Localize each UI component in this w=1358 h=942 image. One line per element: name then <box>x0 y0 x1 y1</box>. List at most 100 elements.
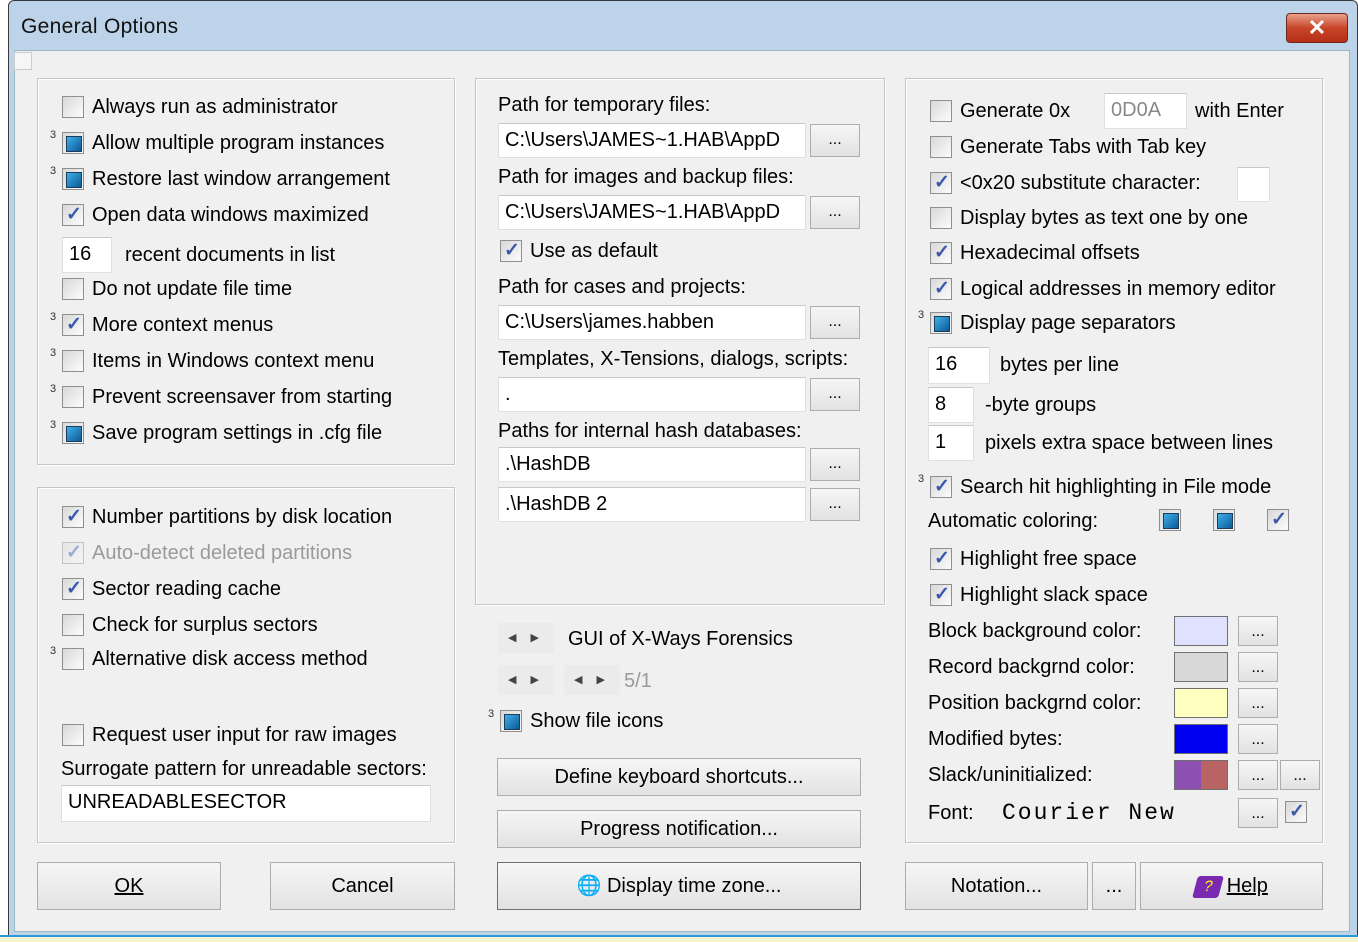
notation-button[interactable]: Notation... <box>905 862 1088 910</box>
counter-spinner-2[interactable]: ◀▶ <box>564 665 620 695</box>
pixels-space-input[interactable]: 1 <box>928 425 974 461</box>
free-space-checkbox[interactable] <box>930 547 952 570</box>
system-menu-box[interactable] <box>14 52 32 70</box>
substitute-char-input[interactable] <box>1237 167 1270 202</box>
templates-path-browse-button[interactable]: ... <box>810 378 860 411</box>
hex-offsets-checkbox[interactable] <box>930 241 952 264</box>
three-state-marker: 3 <box>918 309 925 321</box>
block-color-browse-button[interactable]: ... <box>1238 616 1278 646</box>
left-option-6-checkbox[interactable] <box>62 350 84 372</box>
images-path-input[interactable]: C:\Users\JAMES~1.HAB\AppD <box>498 195 806 230</box>
auto-color-checkbox-2[interactable] <box>1213 509 1235 531</box>
images-path-browse-button[interactable]: ... <box>810 196 860 229</box>
progress-notification-button[interactable]: Progress notification... <box>497 810 861 848</box>
record-color-label: Record backgrnd color: <box>928 656 1135 678</box>
modified-swatch[interactable] <box>1174 724 1228 754</box>
slack-browse-button[interactable]: ... <box>1238 760 1278 790</box>
sub-label-checkbox[interactable] <box>930 171 952 194</box>
hash-db-2-browse-button[interactable]: ... <box>810 488 860 521</box>
left-option-1-checkbox[interactable] <box>62 132 84 154</box>
cancel-button[interactable]: Cancel <box>270 862 455 910</box>
page-sep-checkbox[interactable] <box>930 312 952 334</box>
record-color-swatch[interactable] <box>1174 652 1228 682</box>
disk-option-5-checkbox[interactable] <box>62 724 84 746</box>
left-option-0-checkbox[interactable] <box>62 96 84 118</box>
logical-label: Logical addresses in memory editor <box>960 278 1276 300</box>
help-button[interactable]: ? Help <box>1140 862 1323 910</box>
left-option-3-checkbox[interactable] <box>62 203 84 226</box>
show-file-icons-checkbox[interactable] <box>500 710 522 732</box>
auto-color-checkbox-1[interactable] <box>1159 509 1181 531</box>
three-state-marker: 3 <box>50 383 57 395</box>
disk-option-1-label: Auto-detect deleted partitions <box>92 542 353 564</box>
byte-groups-input[interactable]: 8 <box>928 387 974 423</box>
search-hit-checkbox[interactable] <box>930 475 952 498</box>
recent-documents-input[interactable]: 16 <box>62 237 112 273</box>
left-option-1-label: Allow multiple program instances <box>92 132 385 154</box>
left-option-7-label: Prevent screensaver from starting <box>92 386 393 408</box>
define-shortcuts-button[interactable]: Define keyboard shortcuts... <box>497 758 861 796</box>
counter-spinner-1[interactable]: ◀▶ <box>498 665 554 695</box>
slack-swatch[interactable] <box>1174 760 1228 790</box>
help-label: Help <box>1226 875 1268 897</box>
block-color-swatch[interactable] <box>1174 616 1228 646</box>
tabs-checkbox[interactable] <box>930 136 952 158</box>
logical-checkbox[interactable] <box>930 277 952 300</box>
three-state-marker: 3 <box>50 419 57 431</box>
hash-db-input-1[interactable]: .\HashDB <box>498 447 806 482</box>
bytes-per-line-input[interactable]: 16 <box>928 347 990 384</box>
surrogate-pattern-label: Surrogate pattern for unreadable sectors… <box>61 758 427 780</box>
close-button[interactable]: ✕ <box>1286 13 1348 43</box>
disk-option-3-checkbox[interactable] <box>62 614 84 636</box>
use-as-default-checkbox[interactable] <box>500 239 522 262</box>
hash-db-label: Paths for internal hash databases: <box>498 420 802 442</box>
notation-more-button[interactable]: ... <box>1092 862 1136 910</box>
three-state-marker: 3 <box>50 311 57 323</box>
modified-browse-button[interactable]: ... <box>1238 724 1278 754</box>
record-color-browse-button[interactable]: ... <box>1238 652 1278 682</box>
disk-option-4-label: Alternative disk access method <box>92 648 368 670</box>
gui-spinner[interactable]: ◀▶ <box>498 623 554 653</box>
slack-space-checkbox[interactable] <box>930 583 952 606</box>
display-time-zone-button[interactable]: 🌐 Display time zone... <box>497 862 861 910</box>
help-book-icon: ? <box>1192 875 1225 898</box>
three-state-marker: 3 <box>488 708 495 720</box>
background-app-strip <box>0 935 1358 942</box>
ok-button[interactable]: OK <box>37 862 221 910</box>
templates-path-input[interactable]: . <box>498 377 806 412</box>
slack-second-browse-button[interactable]: ... <box>1280 760 1320 790</box>
disk-option-5-label: Request user input for raw images <box>92 724 397 746</box>
surrogate-pattern-input[interactable]: UNREADABLESECTOR <box>61 785 431 822</box>
disk-option-0-checkbox[interactable] <box>62 505 84 528</box>
font-browse-button[interactable]: ... <box>1238 798 1278 828</box>
bytes-text-checkbox[interactable] <box>930 207 952 229</box>
templates-path-label: Templates, X-Tensions, dialogs, scripts: <box>498 348 849 370</box>
display-time-zone-label: Display time zone... <box>606 875 782 897</box>
left-option-5-label: More context menus <box>92 314 274 336</box>
counter-label: 5/1 <box>624 670 652 692</box>
auto-color-checkbox-3[interactable] <box>1267 508 1289 531</box>
cases-path-input[interactable]: C:\Users\james.habben <box>498 305 806 340</box>
position-color-swatch[interactable] <box>1174 688 1228 718</box>
left-option-7-checkbox[interactable] <box>62 386 84 408</box>
position-color-browse-button[interactable]: ... <box>1238 688 1278 718</box>
font-checkbox[interactable] <box>1285 800 1307 823</box>
gen0x-label-checkbox[interactable] <box>930 100 952 122</box>
left-option-4-checkbox[interactable] <box>62 278 84 300</box>
cases-path-browse-button[interactable]: ... <box>810 306 860 339</box>
ok-label: OK <box>114 875 144 897</box>
temp-path-browse-button[interactable]: ... <box>810 124 860 157</box>
temp-path-input[interactable]: C:\Users\JAMES~1.HAB\AppD <box>498 123 806 158</box>
left-option-2-checkbox[interactable] <box>62 168 84 190</box>
disk-option-4-checkbox[interactable] <box>62 648 84 670</box>
generate-0x-input[interactable]: 0D0A <box>1104 93 1187 129</box>
byte-groups-label: -byte groups <box>985 394 1097 416</box>
left-option-5-checkbox[interactable] <box>62 313 84 336</box>
hash-db-input-2[interactable]: .\HashDB 2 <box>498 487 806 522</box>
hash-db-1-browse-button[interactable]: ... <box>810 448 860 481</box>
use-as-default-label: Use as default <box>530 240 658 262</box>
disk-option-2-checkbox[interactable] <box>62 577 84 600</box>
disk-option-1-checkbox[interactable] <box>62 541 84 564</box>
font-value: Courier New <box>1002 800 1176 826</box>
left-option-8-checkbox[interactable] <box>62 422 84 444</box>
